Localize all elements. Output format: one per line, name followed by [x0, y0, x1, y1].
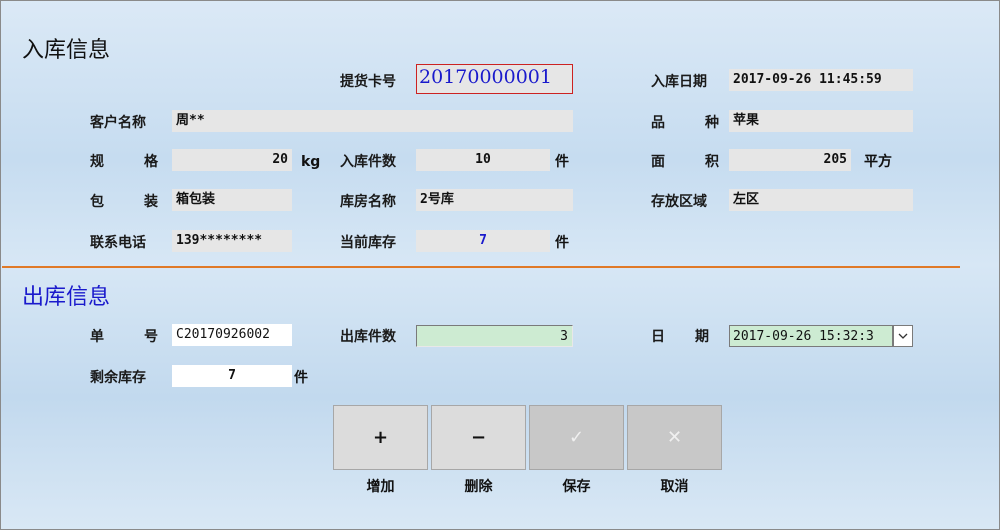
spec-label-a: 规 [90, 154, 104, 170]
variety-field[interactable]: 苹果 [729, 110, 913, 132]
current-stock-unit: 件 [555, 235, 569, 251]
check-icon: ✓ [568, 427, 585, 448]
remaining-unit: 件 [294, 370, 308, 386]
area-field[interactable]: 205 [729, 149, 851, 171]
add-button[interactable]: + [333, 405, 428, 470]
zone-field[interactable]: 左区 [729, 189, 913, 211]
area-label-b: 积 [705, 154, 719, 170]
cancel-button-label: 取消 [660, 479, 689, 495]
out-date-picker[interactable]: 2017-09-26 15:32:3 [729, 325, 893, 347]
card-no-label: 提货卡号 [340, 74, 396, 90]
area-label: 面积 [651, 151, 719, 173]
close-icon: ✕ [666, 427, 683, 448]
spec-unit: kg [301, 154, 321, 170]
out-qty-label: 出库件数 [340, 329, 396, 345]
variety-label: 品种 [651, 112, 719, 134]
save-button[interactable]: ✓ [529, 405, 624, 470]
inbound-date-field[interactable]: 2017-09-26 11:45:59 [729, 69, 913, 91]
in-qty-label: 入库件数 [340, 154, 396, 170]
cancel-button[interactable]: ✕ [627, 405, 722, 470]
spec-field[interactable]: 20 [172, 149, 292, 171]
phone-field[interactable]: 139******** [172, 230, 292, 252]
inbound-section-title: 入库信息 [22, 38, 111, 63]
remaining-field[interactable]: 7 [172, 365, 292, 387]
packaging-label: 包装 [90, 191, 158, 213]
out-date-label: 日期 [651, 326, 709, 348]
date-dropdown-button[interactable] [893, 325, 913, 347]
plus-icon: + [372, 427, 389, 448]
variety-label-a: 品 [651, 115, 665, 131]
current-stock-field[interactable]: 7 [416, 230, 550, 252]
customer-field[interactable]: 周** [172, 110, 573, 132]
in-qty-unit: 件 [555, 154, 569, 170]
order-no-label: 单号 [90, 326, 158, 348]
area-unit: 平方 [864, 154, 892, 170]
inbound-date-label: 入库日期 [651, 74, 707, 90]
in-qty-field[interactable]: 10 [416, 149, 550, 171]
customer-label: 客户名称 [90, 115, 146, 131]
save-button-label: 保存 [562, 479, 591, 495]
packaging-field[interactable]: 箱包装 [172, 189, 292, 211]
chevron-down-icon [898, 333, 908, 339]
warehouse-label: 库房名称 [340, 194, 396, 210]
order-no-field[interactable]: C20170926002 [172, 324, 292, 346]
order-no-label-a: 单 [90, 329, 104, 345]
variety-label-b: 种 [705, 115, 719, 131]
order-no-label-b: 号 [144, 329, 158, 345]
out-date-label-a: 日 [651, 329, 665, 345]
packaging-label-b: 装 [144, 194, 158, 210]
spec-label-b: 格 [144, 154, 158, 170]
remaining-label: 剩余库存 [90, 370, 146, 386]
phone-label: 联系电话 [90, 235, 146, 251]
out-qty-input[interactable]: 3 [416, 325, 573, 347]
minus-icon: − [470, 427, 487, 448]
section-divider [2, 266, 960, 268]
out-date-label-b: 期 [695, 329, 709, 345]
area-label-a: 面 [651, 154, 665, 170]
outbound-section-title: 出库信息 [22, 285, 111, 310]
warehouse-field[interactable]: 2号库 [416, 189, 573, 211]
spec-label: 规格 [90, 151, 158, 173]
packaging-label-a: 包 [90, 194, 104, 210]
delete-button-label: 删除 [464, 479, 493, 495]
current-stock-label: 当前库存 [340, 235, 396, 251]
zone-label: 存放区域 [651, 194, 707, 210]
delete-button[interactable]: − [431, 405, 526, 470]
add-button-label: 增加 [366, 479, 395, 495]
card-no-input[interactable]: 20170000001 [416, 64, 573, 94]
